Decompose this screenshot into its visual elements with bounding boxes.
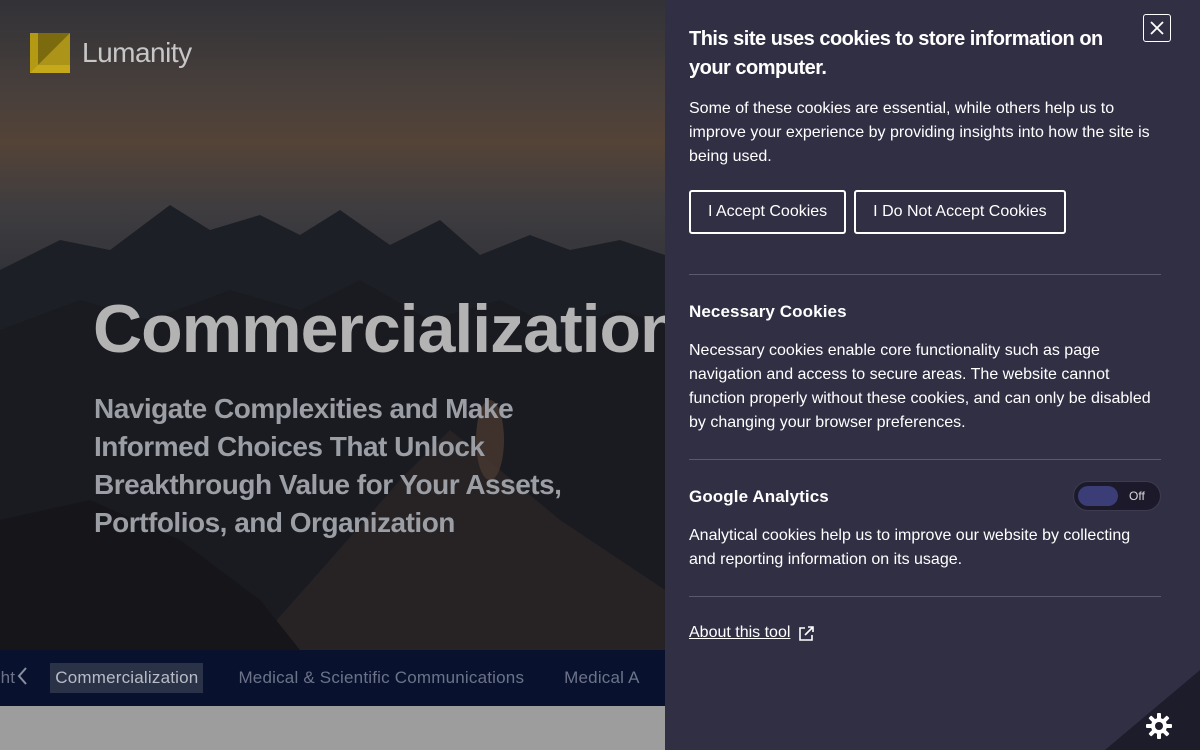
hero-subtitle: Navigate Complexities and Make Informed …: [94, 393, 562, 538]
tab-medical-scientific-communications[interactable]: Medical & Scientific Communications: [233, 663, 529, 693]
tab-medical-affairs[interactable]: Medical A: [559, 663, 645, 693]
chevron-left-icon[interactable]: [16, 666, 28, 692]
necessary-cookies-text: Necessary cookies enable core functional…: [689, 342, 1151, 431]
gear-icon[interactable]: [1145, 712, 1173, 740]
google-analytics-toggle[interactable]: Off: [1073, 481, 1161, 511]
google-analytics-title: Google Analytics: [689, 487, 829, 506]
close-button[interactable]: [1143, 14, 1171, 42]
logo-text: Lumanity: [82, 37, 192, 68]
about-this-tool-link[interactable]: About this tool: [689, 624, 815, 642]
google-analytics-text: Analytical cookies help us to improve ou…: [689, 527, 1131, 568]
cookie-panel-intro: Some of these cookies are essential, whi…: [689, 100, 1150, 165]
site-logo[interactable]: Lumanity: [30, 33, 192, 73]
cookie-consent-panel: This site uses cookies to store informat…: [665, 0, 1200, 750]
toggle-state-label: Off: [1129, 489, 1145, 503]
necessary-cookies-title: Necessary Cookies: [689, 302, 847, 321]
divider: [689, 596, 1161, 597]
logo-mark-icon: [30, 33, 70, 73]
external-link-icon: [799, 625, 815, 641]
cookie-settings-corner[interactable]: [1105, 670, 1200, 750]
about-link-label: About this tool: [689, 624, 791, 641]
divider: [689, 459, 1161, 460]
divider: [689, 274, 1161, 275]
accept-cookies-button[interactable]: I Accept Cookies: [689, 190, 847, 234]
cookie-panel-title: This site uses cookies to store informat…: [689, 28, 1103, 79]
cookie-button-row: I Accept Cookies I Do Not Accept Cookies: [689, 190, 1066, 234]
toggle-knob: [1078, 486, 1118, 506]
tab-commercialization[interactable]: Commercialization: [50, 663, 204, 693]
decline-cookies-button[interactable]: I Do Not Accept Cookies: [854, 190, 1066, 234]
close-icon: [1150, 21, 1164, 35]
hero-title: Commercialization: [93, 291, 682, 367]
